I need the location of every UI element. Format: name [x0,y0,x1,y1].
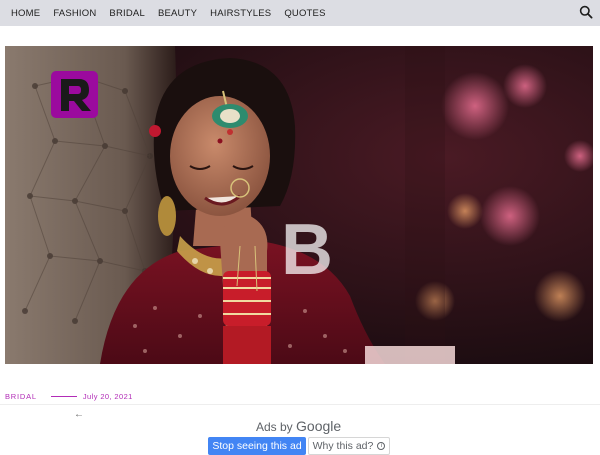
nav-item-fashion[interactable]: FASHION [53,8,96,19]
nav-item-bridal[interactable]: BRIDAL [109,8,145,19]
stop-seeing-ad-button[interactable]: Stop seeing this ad [208,437,306,455]
search-icon[interactable] [579,5,593,19]
why-this-ad-button[interactable]: Why this ad? i [308,437,390,455]
brand-logo [51,71,98,118]
post-category[interactable]: BRIDAL [5,392,37,401]
top-navigation-bar: HOME FASHION BRIDAL BEAUTY HAIRSTYLES QU… [0,0,600,26]
nav-menu: HOME FASHION BRIDAL BEAUTY HAIRSTYLES QU… [0,8,339,19]
info-icon: i [377,442,386,450]
why-this-ad-label: Why this ad? [312,440,374,452]
post-date: July 20, 2021 [82,391,133,401]
back-arrow-icon[interactable]: ← [74,409,84,420]
google-label: Google [296,418,342,434]
stop-seeing-ad-label: Stop seeing this ad [212,440,302,452]
meta-divider [50,395,77,397]
post-meta: BRIDAL July 20, 2021 [5,391,133,401]
ads-by-label: Ads by [256,420,293,434]
nav-item-hairstyles[interactable]: HAIRSTYLES [210,8,271,19]
ad-panel: ← Ads by Google Stop seeing this ad Why … [0,404,600,455]
watermark-letter: B [281,210,333,290]
ads-by-google: Ads by Google [256,418,341,434]
nav-item-beauty[interactable]: BEAUTY [158,8,197,19]
nav-item-home[interactable]: HOME [11,8,40,19]
nav-item-quotes[interactable]: QUOTES [284,8,325,19]
